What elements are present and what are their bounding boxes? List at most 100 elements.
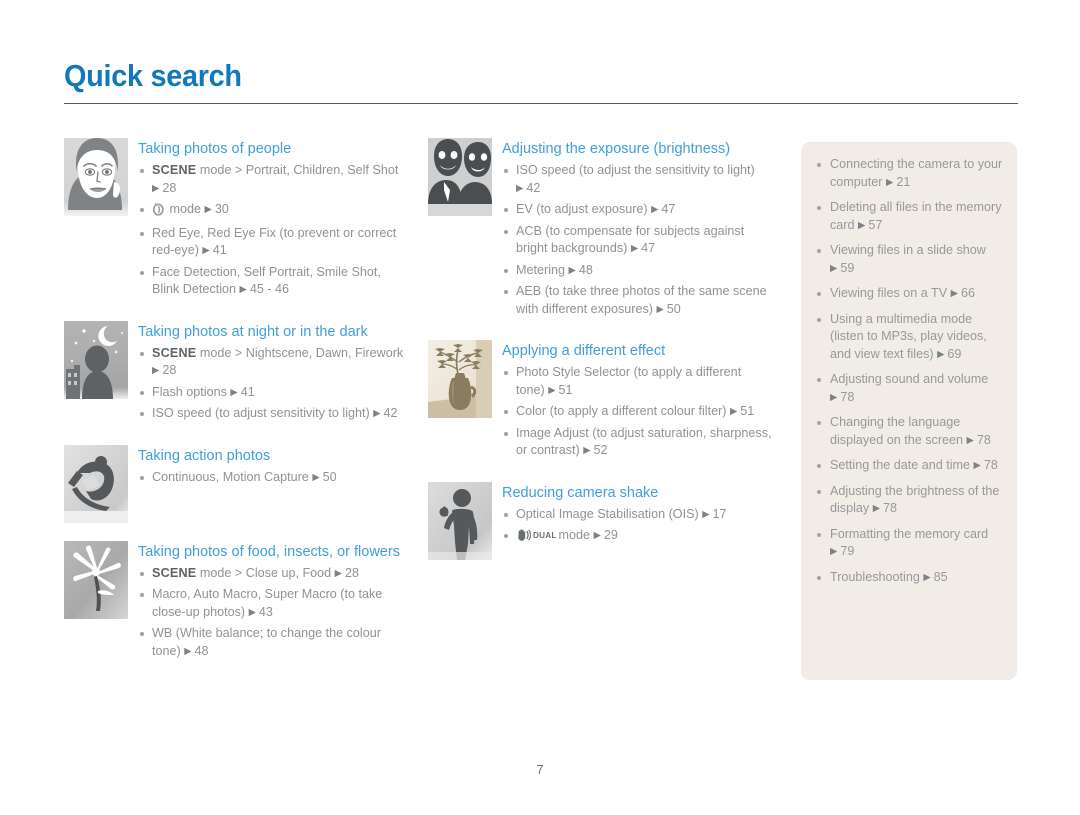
topic-section-inner: Taking photos of people SCENE mode > Port… — [64, 138, 404, 303]
topic-body: Reducing camera shake Optical Image Stabi… — [502, 482, 773, 551]
topic-item[interactable]: Color (to apply a different colour filte… — [502, 403, 773, 422]
topic-item-list: SCENE mode > Nightscene, Dawn, Firework … — [138, 345, 404, 424]
page-reference: 79 — [830, 544, 854, 558]
topic-item[interactable]: Red Eye, Red Eye Fix (to prevent or corr… — [138, 225, 404, 261]
item-text: Deleting all files in the memory card — [830, 200, 1002, 232]
topic-item[interactable]: ACB (to compensate for subjects against … — [502, 223, 773, 259]
page-number: 7 — [536, 762, 544, 777]
item-text: ISO speed (to adjust sensitivity to ligh… — [152, 406, 374, 420]
topic-item[interactable]: AEB (to take three photos of the same sc… — [502, 283, 773, 319]
topic-item-list: ISO speed (to adjust the sensitivity to … — [502, 162, 773, 319]
item-text: mode > Nightscene, Dawn, Firework — [196, 345, 404, 360]
item-text: Troubleshooting — [830, 569, 924, 584]
night-scene-thumbnail — [64, 320, 128, 399]
side-panel-item[interactable]: Adjusting the brightness of the display … — [815, 483, 1003, 519]
page-reference: 50 — [656, 302, 681, 316]
two-people-smiling-thumbnail — [428, 138, 492, 216]
topic-item[interactable]: ISO speed (to adjust the sensitivity to … — [502, 162, 773, 198]
topic-item[interactable]: Photo Style Selector (to apply a differe… — [502, 364, 773, 400]
topic-heading[interactable]: Taking photos at night or in the dark — [138, 322, 404, 343]
item-text: Red Eye, Red Eye Fix (to prevent or corr… — [152, 225, 397, 258]
topic-item[interactable]: ISO speed (to adjust sensitivity to ligh… — [138, 405, 404, 424]
topic-item[interactable]: Macro, Auto Macro, Super Macro (to take … — [138, 586, 404, 622]
item-text: Image Adjust (to adjust saturation, shar… — [516, 425, 772, 458]
topic-item[interactable]: EV (to adjust exposure) 47 — [502, 201, 773, 220]
page-reference: 51 — [548, 383, 573, 397]
page-reference: 45 - 46 — [240, 282, 289, 296]
side-panel-item[interactable]: Using a multimedia mode (listen to MP3s,… — [815, 311, 1003, 365]
page-reference: 78 — [873, 501, 897, 515]
dual-is-icon — [516, 528, 532, 548]
manual-page: Quick search Taking photos of people SCEN… — [0, 0, 1080, 815]
topic-section: Adjusting the exposure (brightness) ISO s… — [428, 138, 773, 322]
keyword: SCENE — [152, 565, 197, 580]
topic-item[interactable]: Flash options 41 — [138, 384, 404, 403]
topic-item[interactable]: Image Adjust (to adjust saturation, shar… — [502, 425, 773, 461]
page-reference: 50 — [312, 470, 337, 484]
topic-heading[interactable]: Taking action photos — [138, 446, 404, 467]
topic-item[interactable]: mode 30 — [138, 201, 404, 222]
topic-item[interactable]: Continuous, Motion Capture 50 — [138, 469, 404, 488]
topic-item[interactable]: SCENE mode > Close up, Food 28 — [138, 565, 404, 584]
topic-heading[interactable]: Taking photos of food, insects, or flowe… — [138, 542, 404, 563]
topic-item[interactable]: Face Detection, Self Portrait, Smile Sho… — [138, 264, 404, 300]
vase-with-branches-thumbnail — [428, 340, 492, 418]
topic-item-list: Optical Image Stabilisation (OIS) 17 DUAL… — [502, 506, 773, 548]
page-reference: 17 — [702, 507, 727, 521]
item-text: Color (to apply a different colour filte… — [516, 404, 730, 418]
item-text: Adjusting the brightness of the display — [830, 483, 1000, 516]
side-panel-item[interactable]: Adjusting sound and volume 78 — [815, 371, 1003, 407]
topic-item[interactable]: SCENE mode > Portrait, Children, Self Sh… — [138, 162, 404, 198]
page-reference: 42 — [516, 181, 540, 195]
topic-section: Taking photos of people SCENE mode > Port… — [64, 138, 404, 303]
left-column: Taking photos of people SCENE mode > Port… — [64, 138, 404, 682]
topic-section: Taking photos at night or in the dark SCE… — [64, 320, 404, 427]
page-reference: 21 — [886, 175, 910, 189]
topic-heading[interactable]: Applying a different effect — [502, 341, 773, 362]
side-panel-item[interactable]: Deleting all files in the memory card 57 — [815, 199, 1003, 235]
page-reference: 57 — [858, 218, 882, 232]
page-reference: 52 — [583, 443, 608, 457]
page-reference: 30 — [205, 202, 229, 216]
topic-section: Taking photos of food, insects, or flowe… — [64, 540, 404, 665]
side-panel-item[interactable]: Changing the language displayed on the s… — [815, 414, 1003, 450]
topic-section: Applying a different effect Photo Style S… — [428, 340, 773, 464]
item-text: Viewing files on a TV — [830, 286, 951, 300]
topic-body: Taking photos of food, insects, or flowe… — [138, 541, 404, 665]
topic-item[interactable]: DUALmode 29 — [502, 527, 773, 548]
item-text: mode > Portrait, Children, Self Shot — [196, 163, 399, 177]
topic-heading[interactable]: Adjusting the exposure (brightness) — [502, 139, 773, 160]
item-text: mode > Close up, Food — [196, 565, 335, 580]
topic-item-list: Continuous, Motion Capture 50 — [138, 469, 404, 488]
topic-section: Taking action photos Continuous, Motion C… — [64, 444, 404, 523]
topic-item[interactable]: Metering 48 — [502, 262, 773, 281]
topic-item[interactable]: SCENE mode > Nightscene, Dawn, Firework … — [138, 345, 404, 381]
side-panel-item[interactable]: Formatting the memory card 79 — [815, 526, 1003, 562]
side-panel-item[interactable]: Troubleshooting 85 — [815, 569, 1003, 588]
page-reference: 29 — [594, 528, 618, 542]
topic-heading[interactable]: Taking photos of people — [138, 139, 404, 160]
side-panel-item[interactable]: Setting the date and time 78 — [815, 457, 1003, 476]
topic-item-list: SCENE mode > Close up, Food 28 Macro, Aut… — [138, 565, 404, 662]
topic-body: Taking photos at night or in the dark SCE… — [138, 321, 404, 427]
side-panel-item[interactable]: Viewing files in a slide show 59 — [815, 242, 1003, 278]
topic-body: Taking action photos Continuous, Motion C… — [138, 445, 404, 491]
page-reference: 48 — [569, 263, 593, 277]
keyword: SCENE — [152, 345, 197, 360]
item-text: Using a multimedia mode (listen to MP3s,… — [830, 311, 987, 361]
page-reference: 41 — [202, 243, 227, 257]
topic-item[interactable]: WB (White balance; to change the colour … — [138, 625, 404, 661]
topic-section-inner: Reducing camera shake Optical Image Stabi… — [428, 481, 773, 560]
page-reference: 47 — [631, 241, 655, 255]
side-panel-item[interactable]: Connecting the camera to your computer 2… — [815, 156, 1003, 192]
page-reference: 28 — [152, 181, 176, 195]
item-text: Formatting the memory card — [830, 526, 989, 541]
flower-thumbnail — [64, 540, 128, 619]
topic-section: Reducing camera shake Optical Image Stabi… — [428, 481, 773, 560]
side-panel-item[interactable]: Viewing files on a TV 66 — [815, 285, 1003, 304]
topic-heading[interactable]: Reducing camera shake — [502, 483, 773, 504]
page-reference: 43 — [249, 605, 273, 619]
item-text: mode — [558, 528, 594, 542]
topic-item[interactable]: Optical Image Stabilisation (OIS) 17 — [502, 506, 773, 525]
page-reference: 28 — [152, 363, 176, 377]
